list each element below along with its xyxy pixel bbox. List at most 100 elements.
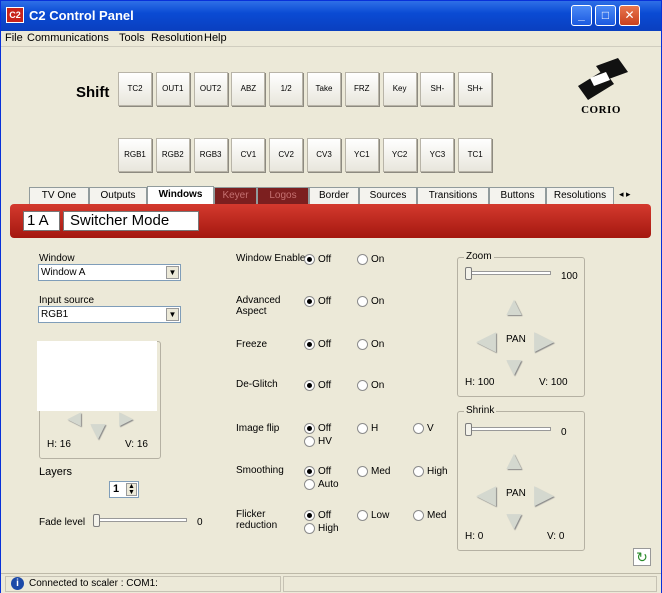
radio-window-enable-on[interactable]: On xyxy=(357,254,384,265)
radio-flip-hv[interactable]: HV xyxy=(304,436,332,447)
arrow-left-icon[interactable]: ◀ xyxy=(473,327,499,353)
zoom-slider-track[interactable] xyxy=(465,271,551,275)
title-bar[interactable]: C2 C2 Control Panel _ □ ✕ xyxy=(1,1,661,31)
maximize-button[interactable]: □ xyxy=(595,5,616,26)
source-button-rgb2[interactable]: RGB2 xyxy=(155,138,190,172)
tab-transitions[interactable]: Transitions xyxy=(417,187,489,204)
refresh-icon[interactable]: ↻ xyxy=(633,548,651,566)
arrow-down-icon[interactable]: ▼ xyxy=(501,353,527,379)
channel-field[interactable]: 1 A xyxy=(23,211,60,231)
shift-button-out2[interactable]: OUT2 xyxy=(193,72,228,106)
source-button-cv2[interactable]: CV2 xyxy=(269,138,304,172)
zoom-value: 100 xyxy=(561,271,578,282)
arrow-left-icon[interactable]: ◀ xyxy=(473,481,499,507)
tab-outputs[interactable]: Outputs xyxy=(89,187,147,204)
arrow-up-icon[interactable]: ▲ xyxy=(501,293,527,319)
radio-window-enable-off[interactable]: Off xyxy=(304,254,331,265)
menu-tools[interactable]: Tools xyxy=(119,32,145,44)
zoom-slider-thumb[interactable] xyxy=(465,267,472,280)
arrow-down-icon[interactable]: ▼ xyxy=(85,417,111,443)
shift-button-frz[interactable]: FRZ xyxy=(344,72,379,106)
fade-slider-track[interactable] xyxy=(93,518,187,522)
radio-flicker-high[interactable]: High xyxy=(304,523,339,534)
shift-button-12[interactable]: 1/2 xyxy=(269,72,304,106)
tab-sources[interactable]: Sources xyxy=(359,187,417,204)
shift-button-tc2[interactable]: TC2 xyxy=(118,72,152,106)
arrow-down-icon[interactable]: ▼ xyxy=(501,507,527,533)
menu-file[interactable]: File xyxy=(5,32,23,44)
menu-help[interactable]: Help xyxy=(204,32,227,44)
spin-arrows-icon[interactable]: ▲ ▼ xyxy=(126,483,137,496)
radio-advanced-aspect-on[interactable]: On xyxy=(357,296,384,307)
shrink-value: 0 xyxy=(561,427,567,438)
corio-logo-icon xyxy=(578,58,628,100)
layers-value: 1 xyxy=(113,483,120,495)
radio-smoothing-off[interactable]: Off xyxy=(304,466,331,477)
position-v-value: V: 16 xyxy=(125,439,148,450)
radio-smoothing-high[interactable]: High xyxy=(413,466,448,477)
layers-stepper[interactable]: 1 ▲ ▼ xyxy=(109,481,139,498)
close-button[interactable]: ✕ xyxy=(619,5,640,26)
tab-resolutions[interactable]: Resolutions xyxy=(546,187,614,204)
shift-button-sh[interactable]: SH- xyxy=(420,72,455,106)
minimize-button[interactable]: _ xyxy=(571,5,592,26)
radio-deglitch-off[interactable]: Off xyxy=(304,380,331,391)
tab-tv-one[interactable]: TV One xyxy=(29,187,89,204)
arrow-right-icon[interactable]: ▶ xyxy=(531,327,557,353)
shrink-title: Shrink xyxy=(464,405,497,416)
source-button-yc2[interactable]: YC2 xyxy=(382,138,417,172)
radio-flip-v[interactable]: V xyxy=(413,423,434,434)
source-button-rgb1[interactable]: RGB1 xyxy=(118,138,152,172)
tab-strip: TV One Outputs Windows Keyer Logos Borde… xyxy=(19,186,661,204)
shift-button-take[interactable]: Take xyxy=(307,72,341,106)
fade-slider-thumb[interactable] xyxy=(93,514,100,527)
shift-button-abz[interactable]: ABZ xyxy=(231,72,266,106)
tab-scroll-arrows[interactable]: ◂ ▸ xyxy=(619,189,661,200)
tab-border[interactable]: Border xyxy=(309,187,359,204)
shrink-slider-thumb[interactable] xyxy=(465,423,472,436)
tab-windows[interactable]: Windows xyxy=(147,186,214,204)
radio-smoothing-auto[interactable]: Auto xyxy=(304,479,339,490)
chevron-down-icon[interactable]: ▼ xyxy=(166,308,179,321)
radio-freeze-off[interactable]: Off xyxy=(304,339,331,350)
radio-flicker-med[interactable]: Med xyxy=(413,510,446,521)
menu-communications[interactable]: Communications xyxy=(27,32,109,44)
tab-buttons[interactable]: Buttons xyxy=(489,187,546,204)
source-button-cv1[interactable]: CV1 xyxy=(231,138,266,172)
arrow-left-icon[interactable]: ◀ xyxy=(61,405,87,431)
radio-flip-h[interactable]: H xyxy=(357,423,378,434)
source-button-yc3[interactable]: YC3 xyxy=(420,138,455,172)
option-label: Image flip xyxy=(236,423,280,434)
mode-field[interactable]: Switcher Mode xyxy=(63,211,199,231)
source-button-cv3[interactable]: CV3 xyxy=(307,138,341,172)
logo-text: CORIO xyxy=(581,104,621,116)
position-h-value: H: 16 xyxy=(47,439,71,450)
input-source-value: RGB1 xyxy=(41,309,69,320)
shift-button-sh[interactable]: SH+ xyxy=(458,72,493,106)
window-select[interactable]: Window A ▼ xyxy=(38,264,181,281)
radio-freeze-on[interactable]: On xyxy=(357,339,384,350)
radio-deglitch-on[interactable]: On xyxy=(357,380,384,391)
arrow-up-icon[interactable]: ▲ xyxy=(501,447,527,473)
radio-smoothing-med[interactable]: Med xyxy=(357,466,390,477)
radio-flicker-low[interactable]: Low xyxy=(357,510,389,521)
radio-flicker-off[interactable]: Off xyxy=(304,510,331,521)
tab-keyer[interactable]: Keyer xyxy=(214,187,257,204)
tab-logos[interactable]: Logos xyxy=(257,187,309,204)
zoom-title: Zoom xyxy=(464,251,494,262)
arrow-right-icon[interactable]: ▶ xyxy=(531,481,557,507)
menu-resolution[interactable]: Resolution xyxy=(151,32,203,44)
radio-advanced-aspect-off[interactable]: Off xyxy=(304,296,331,307)
source-button-rgb3[interactable]: RGB3 xyxy=(193,138,228,172)
shrink-slider-track[interactable] xyxy=(465,427,551,431)
arrow-right-icon[interactable]: ▶ xyxy=(113,405,139,431)
shift-label: Shift xyxy=(76,84,110,101)
radio-flip-off[interactable]: Off xyxy=(304,423,331,434)
source-button-yc1[interactable]: YC1 xyxy=(344,138,379,172)
shift-button-key[interactable]: Key xyxy=(382,72,417,106)
chevron-down-icon[interactable]: ▼ xyxy=(166,266,179,279)
shift-button-out1[interactable]: OUT1 xyxy=(155,72,190,106)
input-source-select[interactable]: RGB1 ▼ xyxy=(38,306,181,323)
source-button-tc1[interactable]: TC1 xyxy=(458,138,493,172)
option-label: Flicker reduction xyxy=(236,509,278,531)
